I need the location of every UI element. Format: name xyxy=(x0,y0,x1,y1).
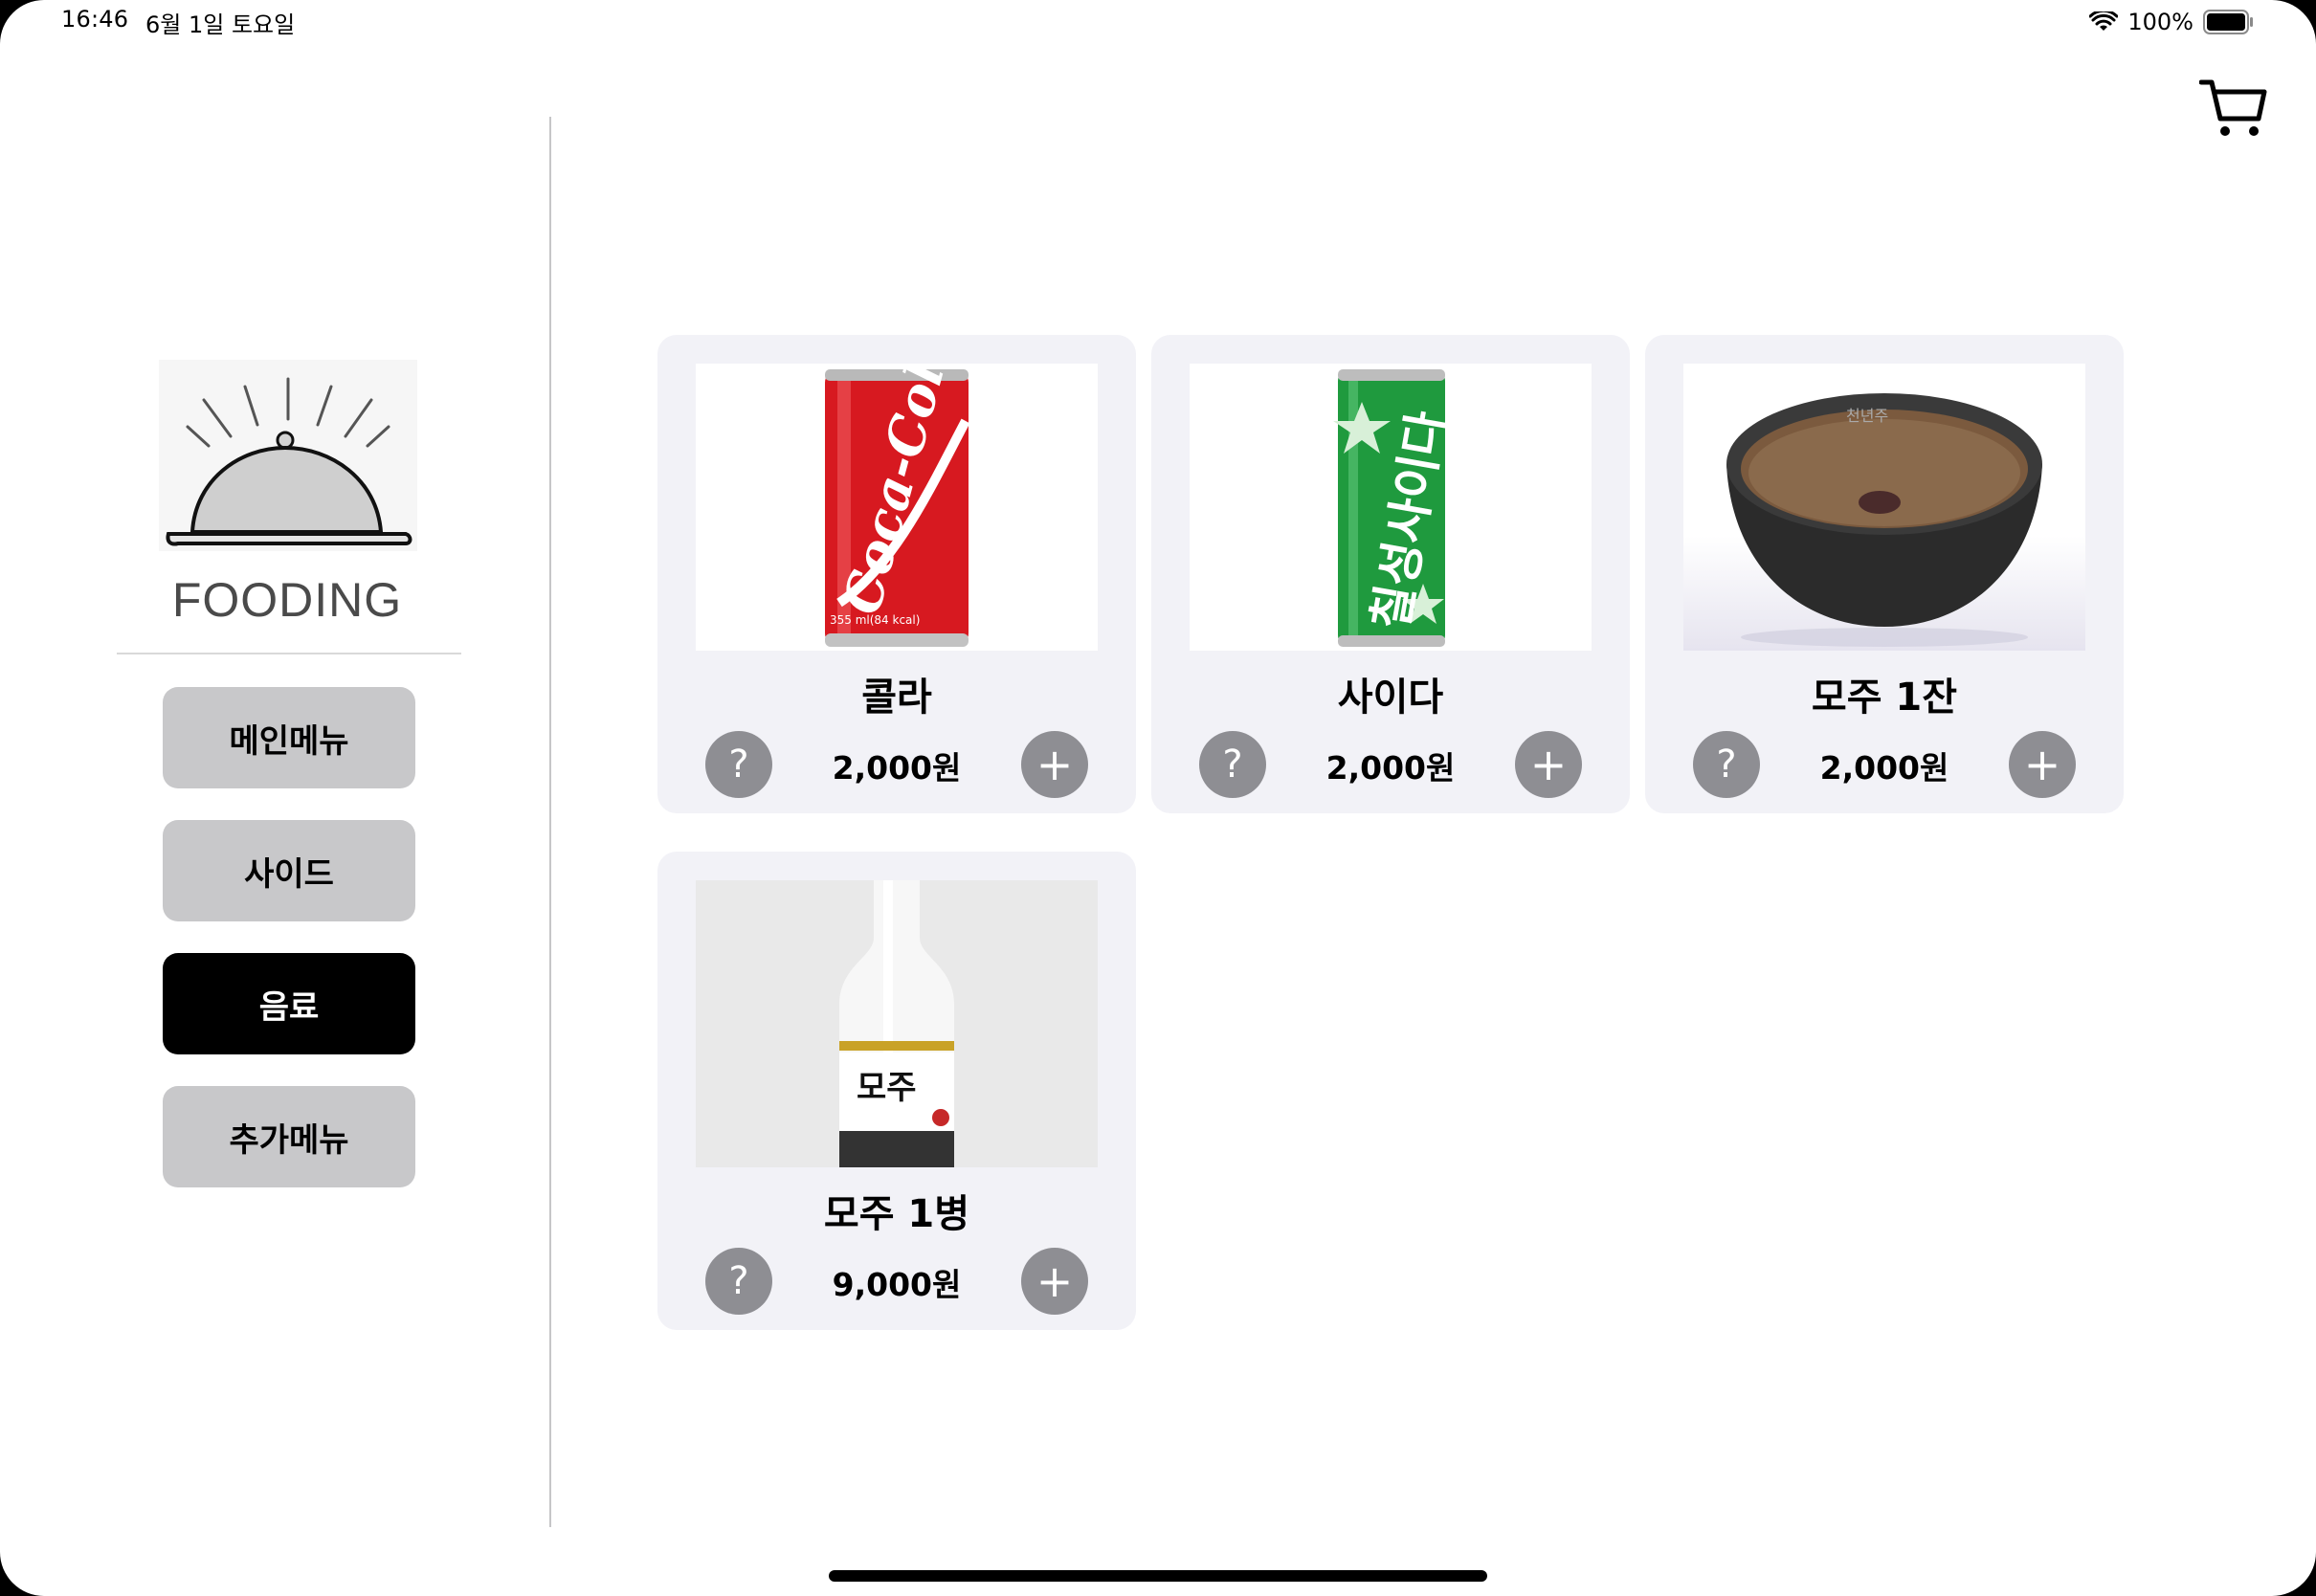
status-time: 16:46 xyxy=(61,6,129,33)
category-extra-menu[interactable]: 추가메뉴 xyxy=(163,1086,415,1187)
wifi-icon xyxy=(2089,11,2119,31)
status-date: 6월 1일 토요일 xyxy=(145,11,296,38)
cart-icon xyxy=(2198,79,2267,136)
app-screen: 16:46 6월 1일 토요일 100% FOODING 메인메뉴 사이드 음료… xyxy=(0,0,2316,1596)
product-card[interactable]: 칠성사이다 사이다 ? 2,000원 + xyxy=(1151,335,1630,813)
product-price: 2,000원 xyxy=(1819,749,1949,787)
info-button[interactable]: ? xyxy=(705,1248,772,1315)
product-card[interactable]: 천년주 모주 1잔 ? 2,000원 + xyxy=(1645,335,2124,813)
info-button[interactable]: ? xyxy=(1199,731,1266,798)
info-button[interactable]: ? xyxy=(1693,731,1760,798)
add-button[interactable]: + xyxy=(1515,731,1582,798)
product-name: 모주 1잔 xyxy=(1811,676,1958,720)
battery-icon xyxy=(2203,10,2253,34)
svg-text:355 ml(84 kcal): 355 ml(84 kcal) xyxy=(830,613,920,627)
product-card[interactable]: 모주 모주 1병 ? 9,000원 + xyxy=(657,852,1136,1330)
brand-divider xyxy=(117,653,461,654)
product-image-cider: 칠성사이다 xyxy=(1190,364,1592,651)
category-side[interactable]: 사이드 xyxy=(163,820,415,921)
cart-button[interactable] xyxy=(2198,77,2268,140)
brand-logo xyxy=(159,360,417,551)
category-drinks[interactable]: 음료 xyxy=(163,953,415,1054)
add-button[interactable]: + xyxy=(1021,1248,1088,1315)
product-price: 2,000원 xyxy=(832,749,962,787)
product-image-moju-cup: 천년주 xyxy=(1683,364,2085,651)
product-name: 콜라 xyxy=(861,676,932,720)
svg-text:천년주: 천년주 xyxy=(1846,407,1888,425)
status-indicators: 100% xyxy=(2089,8,2255,36)
brand-name: FOODING xyxy=(171,573,403,627)
product-image-cola: Coca-Cola 355 ml(84 kcal) xyxy=(696,364,1098,651)
add-button[interactable]: + xyxy=(1021,731,1088,798)
sidebar-divider xyxy=(549,117,551,1527)
add-button[interactable]: + xyxy=(2009,731,2076,798)
category-main-menu[interactable]: 메인메뉴 xyxy=(163,687,415,788)
product-card[interactable]: Coca-Cola 355 ml(84 kcal) 콜라 ? 2,000원 + xyxy=(657,335,1136,813)
product-name: 사이다 xyxy=(1337,676,1444,720)
cloche-icon xyxy=(166,377,412,546)
product-price: 2,000원 xyxy=(1325,749,1456,787)
home-indicator[interactable] xyxy=(829,1570,1487,1582)
info-button[interactable]: ? xyxy=(705,731,772,798)
product-name: 모주 1병 xyxy=(823,1192,970,1236)
svg-text:모주: 모주 xyxy=(857,1069,917,1107)
product-price: 9,000원 xyxy=(832,1266,962,1303)
battery-percentage: 100% xyxy=(2127,9,2194,35)
product-image-moju-bottle: 모주 xyxy=(696,880,1098,1167)
